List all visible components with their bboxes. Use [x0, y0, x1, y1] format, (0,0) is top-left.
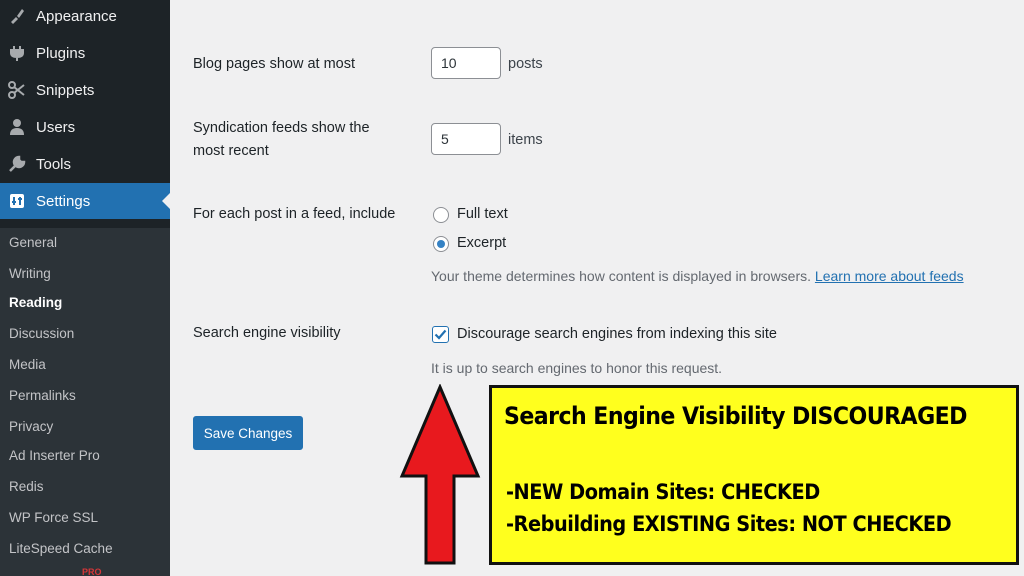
sidebar-item-plugins[interactable]: Plugins	[0, 35, 170, 71]
search-visibility-label: Search engine visibility	[193, 325, 341, 341]
callout-line-new-domain: -NEW Domain Sites: CHECKED	[506, 480, 820, 504]
sidebar-item-tools[interactable]: Tools	[0, 146, 170, 182]
syndication-label-line2: most recent	[193, 143, 269, 159]
sidebar-item-label: Settings	[36, 192, 91, 210]
blog-pages-input[interactable]: 10	[431, 47, 501, 79]
submenu-item-permalinks[interactable]: Permalinks	[9, 386, 76, 406]
submenu-item-discussion[interactable]: Discussion	[9, 324, 74, 344]
settings-icon	[6, 190, 28, 212]
paintbrush-icon	[6, 5, 28, 27]
feed-description-text: Your theme determines how content is dis…	[431, 268, 812, 284]
search-visibility-description: It is up to search engines to honor this…	[431, 360, 723, 376]
excerpt-label: Excerpt	[457, 235, 507, 251]
submenu-item-general[interactable]: General	[9, 233, 57, 253]
sidebar-item-users[interactable]: Users	[0, 109, 170, 145]
submenu-item-privacy[interactable]: Privacy	[9, 417, 53, 437]
learn-more-feeds-link[interactable]: Learn more about feeds	[815, 268, 964, 284]
submenu-item-reading[interactable]: Reading	[9, 293, 62, 313]
checkmark-icon	[434, 329, 447, 340]
save-changes-button[interactable]: Save Changes	[193, 416, 303, 450]
full-text-label: Full text	[457, 206, 508, 222]
discourage-search-label: Discourage search engines from indexing …	[457, 326, 777, 342]
red-arrow-icon	[399, 384, 481, 565]
blog-pages-label: Blog pages show at most	[193, 56, 356, 72]
sidebar-item-settings[interactable]: Settings	[0, 183, 170, 219]
active-indicator-arrow	[162, 193, 170, 209]
user-icon	[6, 116, 28, 138]
settings-submenu: General Writing Reading Discussion Media…	[0, 228, 170, 576]
syndication-unit: items	[508, 132, 543, 148]
blog-pages-unit: posts	[508, 56, 543, 72]
submenu-item-media[interactable]: Media	[9, 355, 46, 375]
discourage-search-checkbox[interactable]	[432, 326, 449, 343]
submenu-item-litespeed[interactable]: LiteSpeed Cache	[9, 539, 113, 559]
callout-line-rebuilding: -Rebuilding EXISTING Sites: NOT CHECKED	[506, 512, 952, 536]
sidebar-item-snippets[interactable]: Snippets	[0, 72, 170, 108]
plugin-icon	[6, 42, 28, 64]
radio-excerpt[interactable]	[433, 236, 449, 252]
sidebar-item-label: Users	[36, 118, 76, 136]
wrench-icon	[6, 153, 28, 175]
sidebar-item-label: Appearance	[36, 7, 117, 25]
callout-title: Search Engine Visibility DISCOURAGED	[504, 402, 967, 430]
feed-include-label: For each post in a feed, include	[193, 206, 396, 222]
radio-full-text[interactable]	[433, 207, 449, 223]
sidebar-item-appearance[interactable]: Appearance	[0, 0, 170, 34]
submenu-item-redis[interactable]: Redis	[9, 477, 44, 497]
submenu-item-wp-force-ssl[interactable]: WP Force SSL	[9, 508, 98, 528]
sidebar-item-label: Plugins	[36, 44, 86, 62]
scissors-icon	[6, 79, 28, 101]
feed-description: Your theme determines how content is dis…	[431, 268, 964, 284]
pro-badge: PRO	[82, 567, 102, 576]
admin-sidebar: Appearance Plugins Snippets Users Tools …	[0, 0, 170, 576]
syndication-input[interactable]: 5	[431, 123, 501, 155]
submenu-item-ad-inserter[interactable]: Ad Inserter Pro	[9, 446, 100, 466]
sidebar-item-label: Snippets	[36, 81, 95, 99]
annotation-callout: Search Engine Visibility DISCOURAGED -NE…	[489, 385, 1019, 565]
submenu-item-writing[interactable]: Writing	[9, 264, 51, 284]
syndication-label-line1: Syndication feeds show the	[193, 120, 370, 136]
sidebar-item-label: Tools	[36, 155, 72, 173]
